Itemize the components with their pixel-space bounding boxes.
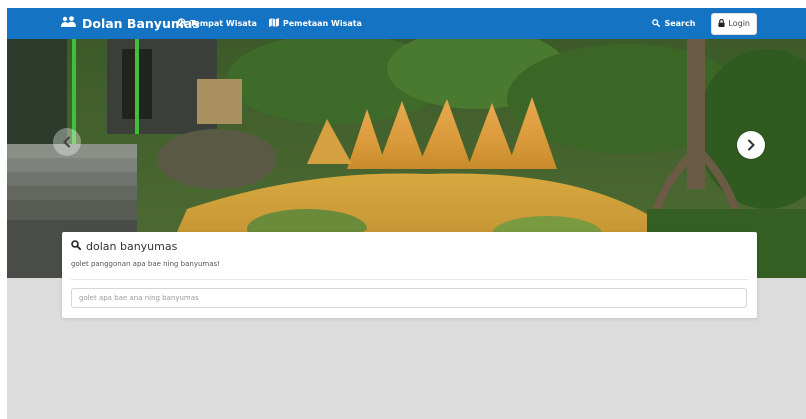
- map-icon: [268, 18, 279, 29]
- search-panel-title: dolan banyumas: [71, 240, 177, 253]
- search-input[interactable]: [71, 288, 747, 308]
- nav-pemetaan-wisata-label: Pemetaan Wisata: [282, 19, 362, 28]
- chevron-left-icon: [62, 136, 72, 148]
- login-button-label: Login: [728, 19, 750, 28]
- search-panel: dolan banyumas golet panggonan apa bae n…: [62, 232, 757, 318]
- navbar: Dolan Banyumas Tempat Wisata Pemetaan Wi…: [7, 8, 806, 39]
- divider: [71, 279, 748, 280]
- login-button[interactable]: Login: [711, 12, 757, 35]
- lock-icon: [718, 18, 725, 29]
- search-link[interactable]: Search: [652, 18, 696, 29]
- search-icon: [71, 240, 82, 253]
- search-link-label: Search: [664, 19, 696, 28]
- nav-links: Tempat Wisata Pemetaan Wisata: [177, 8, 362, 39]
- nav-tempat-wisata-label: Tempat Wisata: [190, 19, 257, 28]
- search-panel-title-text: dolan banyumas: [86, 240, 178, 253]
- nav-tempat-wisata[interactable]: Tempat Wisata: [177, 18, 257, 29]
- carousel-prev-button[interactable]: [53, 128, 81, 156]
- globe-icon: [177, 18, 186, 29]
- chevron-right-icon: [746, 139, 756, 151]
- page-frame: Dolan Banyumas Tempat Wisata Pemetaan Wi…: [7, 8, 806, 419]
- search-icon: [652, 18, 661, 29]
- nav-pemetaan-wisata[interactable]: Pemetaan Wisata: [268, 18, 362, 29]
- nav-right: Search Login: [652, 8, 757, 39]
- people-icon: [61, 16, 76, 31]
- carousel-next-button[interactable]: [737, 131, 765, 159]
- search-panel-subtitle: golet panggonan apa bae ning banyumas!: [71, 260, 220, 268]
